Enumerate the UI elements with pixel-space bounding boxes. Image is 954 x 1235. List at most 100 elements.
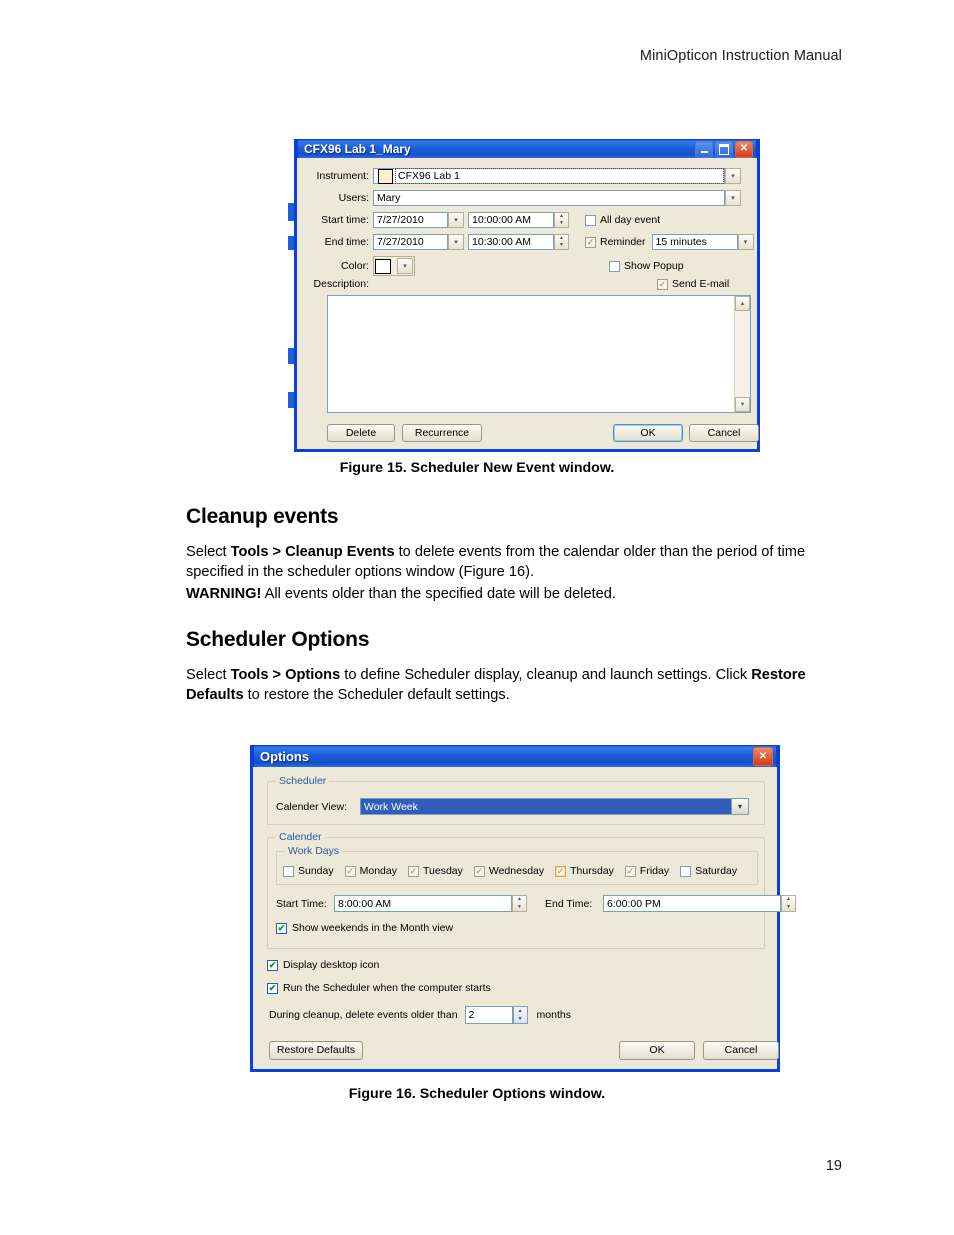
work-day-tuesday-checkbox[interactable]: ✓ xyxy=(407,865,419,877)
description-textarea[interactable]: ▲ ▼ xyxy=(327,295,751,413)
work-day-tuesday[interactable]: ✓ Tuesday xyxy=(407,865,463,877)
start-time-label: Start Time: xyxy=(276,897,327,910)
start-time-value[interactable]: 8:00:00 AM xyxy=(334,895,512,912)
figure-16-caption: Figure 16. Scheduler Options window. xyxy=(348,1086,606,1102)
work-day-sunday-checkbox[interactable] xyxy=(283,865,294,877)
description-label: Description: xyxy=(313,278,369,290)
users-value[interactable]: Mary xyxy=(373,190,725,206)
options-text-e: to restore the Scheduler default setting… xyxy=(243,687,510,703)
cancel-button[interactable]: Cancel xyxy=(689,424,759,442)
show-popup-label: Show Popup xyxy=(624,260,684,272)
cleanup-prefix-label: During cleanup, delete events older than xyxy=(269,1009,458,1021)
end-date-calendar-arrow-icon[interactable]: ▾ xyxy=(448,234,464,250)
instrument-label: Instrument: xyxy=(316,170,369,182)
warning-text: All events older than the specified date… xyxy=(261,586,616,602)
minimize-icon[interactable] xyxy=(695,140,713,158)
calender-view-value[interactable]: Work Week xyxy=(360,798,732,815)
work-day-wednesday[interactable]: ✓ Wednesday xyxy=(473,865,545,877)
end-date-value[interactable]: 7/27/2010 xyxy=(373,234,448,250)
instrument-dropdown-arrow-icon[interactable]: ▾ xyxy=(725,168,741,184)
work-day-monday-label: Monday xyxy=(359,865,397,877)
page-number: 19 xyxy=(825,1158,842,1174)
calender-view-label: Calender View: xyxy=(276,800,348,813)
work-day-friday[interactable]: ✓ Friday xyxy=(624,865,669,877)
work-days-group-label: Work Days xyxy=(285,845,343,857)
maximize-icon[interactable] xyxy=(715,140,733,158)
end-time-spinner[interactable]: ▲ ▼ xyxy=(781,895,796,912)
options-menu-path: Tools > Options xyxy=(230,667,341,683)
run-on-start-label: Run the Scheduler when the computer star… xyxy=(283,982,491,994)
users-dropdown-arrow-icon[interactable]: ▾ xyxy=(725,190,741,206)
cleanup-suffix-label: months xyxy=(536,1009,571,1021)
work-day-wednesday-label: Wednesday xyxy=(488,865,545,877)
end-time-value[interactable]: 6:00:00 PM xyxy=(603,895,781,912)
work-day-thursday-checkbox[interactable]: ✓ xyxy=(555,865,567,877)
work-day-saturday-label: Saturday xyxy=(695,865,738,877)
options-ok-button[interactable]: OK xyxy=(619,1040,695,1060)
start-time-label: Start time: xyxy=(321,214,369,226)
display-desktop-icon-checkbox[interactable]: ✔ xyxy=(267,959,278,971)
color-label: Color: xyxy=(340,260,369,272)
reminder-checkbox[interactable]: ✓ xyxy=(585,236,596,248)
run-on-start-checkbox[interactable]: ✔ xyxy=(267,982,278,994)
close-icon[interactable]: ✕ xyxy=(753,747,773,766)
cleanup-text-a: Select xyxy=(186,544,231,560)
work-day-saturday-checkbox[interactable] xyxy=(680,865,692,877)
all-day-event-checkbox[interactable] xyxy=(585,214,596,226)
calender-group-label: Calender xyxy=(276,831,325,843)
scroll-up-icon[interactable]: ▲ xyxy=(735,296,750,311)
start-clock-value[interactable]: 10:00:00 AM xyxy=(468,212,554,228)
cleanup-months-value[interactable]: 2 xyxy=(464,1006,513,1024)
color-dropdown-arrow-icon[interactable]: ▾ xyxy=(397,258,413,274)
figure-15-caption: Figure 15. Scheduler New Event window. xyxy=(339,460,615,476)
work-day-saturday[interactable]: Saturday xyxy=(680,865,737,877)
send-email-checkbox[interactable]: ✓ xyxy=(657,278,668,290)
work-day-tuesday-label: Tuesday xyxy=(422,865,463,877)
show-popup-checkbox[interactable] xyxy=(609,260,620,272)
end-time-label: End Time: xyxy=(545,897,593,910)
color-swatch[interactable] xyxy=(375,258,391,274)
work-days-row: Sunday ✓ Monday ✓ Tuesday ✓ Wednesday ✓ Thursday… xyxy=(283,865,737,877)
work-day-monday[interactable]: ✓ Monday xyxy=(344,865,397,877)
start-date-calendar-arrow-icon[interactable]: ▾ xyxy=(448,212,464,228)
options-titlebar[interactable]: Options ✕ xyxy=(253,745,777,767)
instrument-value[interactable]: CFX96 Lab 1 xyxy=(395,168,724,184)
options-window[interactable]: Options ✕ Scheduler Calender View: Work … xyxy=(250,745,796,1072)
scheduler-group-label: Scheduler xyxy=(276,775,330,787)
users-label: Users: xyxy=(338,192,369,204)
options-text-c: to define Scheduler display, cleanup and… xyxy=(340,667,752,683)
calender-view-dropdown-arrow-icon[interactable]: ▾ xyxy=(732,798,749,815)
work-day-thursday-label: Thursday xyxy=(570,865,614,877)
end-clock-value[interactable]: 10:30:00 AM xyxy=(468,234,554,250)
work-day-monday-checkbox[interactable]: ✓ xyxy=(344,865,356,877)
work-day-thursday[interactable]: ✓ Thursday xyxy=(555,865,614,877)
cleanup-months-spinner[interactable]: ▲ ▼ xyxy=(512,1006,528,1024)
description-text[interactable] xyxy=(328,296,734,412)
description-scrollbar[interactable]: ▲ ▼ xyxy=(734,296,750,412)
cleanup-menu-path: Tools > Cleanup Events xyxy=(230,544,395,560)
cleanup-warning: WARNING! All events older than the speci… xyxy=(186,584,826,604)
instrument-color-swatch xyxy=(378,168,393,184)
scheduler-options-paragraph: Select Tools > Options to define Schedul… xyxy=(186,665,826,705)
close-icon[interactable]: ✕ xyxy=(735,140,753,158)
work-day-wednesday-checkbox[interactable]: ✓ xyxy=(473,865,485,877)
start-clock-spinner[interactable]: ▲ ▼ xyxy=(554,212,569,228)
reminder-dropdown-arrow-icon[interactable]: ▾ xyxy=(737,234,754,250)
show-weekends-label: Show weekends in the Month view xyxy=(292,922,454,934)
reminder-value[interactable]: 15 minutes xyxy=(651,234,738,250)
start-date-value[interactable]: 7/27/2010 xyxy=(373,212,448,228)
end-clock-spinner[interactable]: ▲ ▼ xyxy=(554,234,569,250)
options-cancel-button[interactable]: Cancel xyxy=(703,1040,779,1060)
section-heading-cleanup-events: Cleanup events xyxy=(186,505,339,528)
new-event-titlebar[interactable]: CFX96 Lab 1_Mary ✕ xyxy=(297,139,757,158)
ok-button[interactable]: OK xyxy=(613,424,683,442)
show-weekends-checkbox[interactable]: ✔ xyxy=(276,922,287,934)
start-time-spinner[interactable]: ▲ ▼ xyxy=(512,895,527,912)
new-event-window[interactable]: CFX96 Lab 1_Mary ✕ Instrument: CFX96 Lab… xyxy=(294,139,760,452)
recurrence-button[interactable]: Recurrence xyxy=(402,424,482,442)
work-day-sunday[interactable]: Sunday xyxy=(283,865,334,877)
scroll-down-icon[interactable]: ▼ xyxy=(735,397,750,412)
work-day-friday-checkbox[interactable]: ✓ xyxy=(624,865,636,877)
restore-defaults-button[interactable]: Restore Defaults xyxy=(269,1040,363,1060)
delete-button[interactable]: Delete xyxy=(327,424,395,442)
